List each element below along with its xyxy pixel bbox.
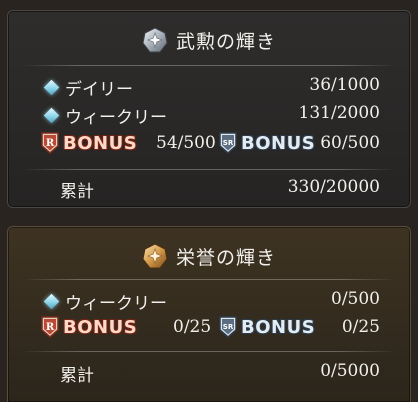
total-row: 累計 330/20000 xyxy=(8,175,410,202)
divider xyxy=(22,279,396,280)
sr-bonus-value: 60/500 xyxy=(320,133,380,153)
panel-title: 栄誉の輝き xyxy=(175,246,276,269)
row-value: 131/2000 xyxy=(298,103,380,123)
silver-star-emblem-icon xyxy=(142,27,168,53)
diamond-bullet-icon xyxy=(43,107,60,124)
bonus-label: BONUS xyxy=(241,132,316,154)
row-value: 0/500 xyxy=(331,289,380,309)
sr-rank-badge-icon: SR xyxy=(218,131,238,155)
row-label: ウィークリー xyxy=(65,294,167,314)
divider xyxy=(22,169,396,170)
sr-rank-badge-icon: SR xyxy=(218,315,238,339)
daily-row: デイリー 36/1000 xyxy=(8,73,410,100)
row-label: デイリー xyxy=(65,80,133,100)
diamond-bullet-icon xyxy=(43,293,60,310)
r-bonus: R BONUS xyxy=(40,315,137,339)
weekly-row: ウィークリー 131/2000 xyxy=(8,101,410,128)
r-rank-badge-icon: R xyxy=(40,131,60,155)
svg-text:SR: SR xyxy=(223,139,234,147)
row-label: 累計 xyxy=(60,182,94,202)
panel-title: 武勲の輝き xyxy=(175,30,276,53)
gold-star-emblem-icon xyxy=(142,243,168,269)
svg-text:SR: SR xyxy=(223,323,234,331)
bonus-row: R BONUS 0/25 SR BONUS 0/25 xyxy=(8,315,410,343)
honor-shine-panel: 武勲の輝き デイリー 36/1000 ウィークリー 131/2000 R BON… xyxy=(7,10,411,208)
r-rank-badge-icon: R xyxy=(40,315,60,339)
row-label: ウィークリー xyxy=(65,108,167,128)
r-bonus: R BONUS xyxy=(40,131,137,155)
panel-header: 栄誉の輝き xyxy=(8,239,410,273)
row-label: 累計 xyxy=(60,366,94,386)
divider xyxy=(22,65,396,66)
sr-bonus-value: 0/25 xyxy=(341,317,380,337)
total-row: 累計 0/5000 xyxy=(8,359,410,386)
weekly-row: ウィークリー 0/500 xyxy=(8,287,410,314)
row-value: 0/5000 xyxy=(320,361,380,381)
bonus-label: BONUS xyxy=(63,132,138,154)
sr-bonus: SR BONUS xyxy=(218,315,315,339)
panel-header: 武勲の輝き xyxy=(8,23,410,57)
divider xyxy=(22,351,396,352)
diamond-bullet-icon xyxy=(43,79,60,96)
svg-text:R: R xyxy=(46,322,55,333)
bonus-row: R BONUS 54/500 SR BONUS 60/500 xyxy=(8,131,410,159)
row-value: 36/1000 xyxy=(309,75,380,95)
row-value: 330/20000 xyxy=(287,177,380,197)
bonus-label: BONUS xyxy=(241,316,316,338)
r-bonus-value: 0/25 xyxy=(173,317,212,337)
svg-text:R: R xyxy=(46,138,55,149)
glory-shine-panel: 栄誉の輝き ウィークリー 0/500 R BONUS 0/25 SR BONUS… xyxy=(7,226,411,402)
r-bonus-value: 54/500 xyxy=(156,133,216,153)
bonus-label: BONUS xyxy=(63,316,138,338)
sr-bonus: SR BONUS xyxy=(218,131,315,155)
